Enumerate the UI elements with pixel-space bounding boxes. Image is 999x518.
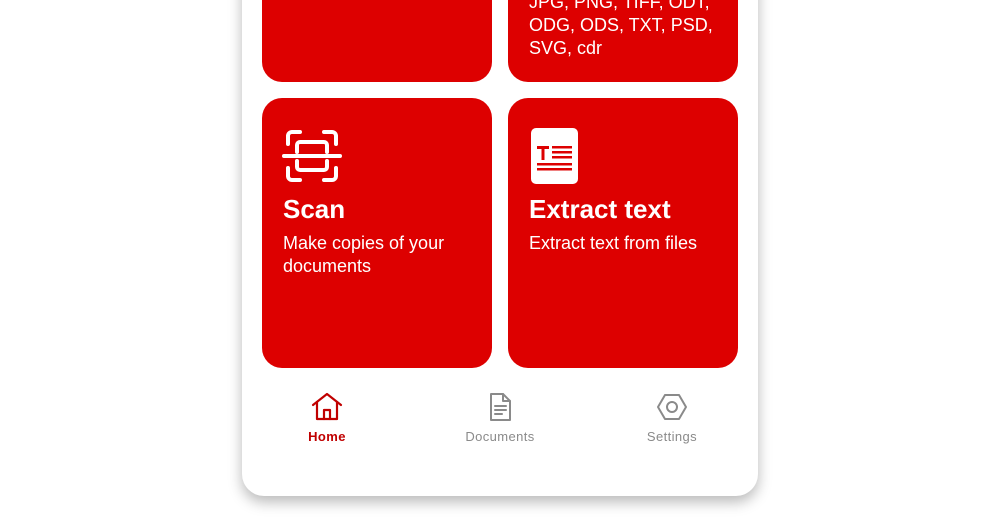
- nav-settings[interactable]: Settings: [607, 390, 737, 450]
- scan-title: Scan: [283, 194, 346, 224]
- convert-card[interactable]: JPG, PNG, TIFF, ODT, ODG, ODS, TXT, PSD,…: [508, 0, 738, 82]
- extract-text-description: Extract text from files: [529, 233, 698, 253]
- extract-text-icon: [531, 128, 578, 184]
- top-left-card[interactable]: [262, 0, 492, 82]
- scan-icon: [282, 130, 342, 182]
- document-icon: [490, 393, 511, 421]
- scan-card[interactable]: Scan Make copies of your documents: [262, 98, 492, 368]
- bottom-navigation: Home Documents Settings: [242, 390, 758, 460]
- supported-formats-text: JPG, PNG, TIFF, ODT, ODG, ODS, TXT, PSD,…: [529, 0, 713, 58]
- nav-documents[interactable]: Documents: [435, 390, 565, 450]
- extract-text-title: Extract text: [529, 194, 671, 224]
- home-icon: [311, 392, 343, 421]
- nav-home[interactable]: Home: [262, 390, 392, 450]
- scan-description: Make copies of your documents: [283, 233, 445, 276]
- nav-documents-label: Documents: [465, 429, 535, 444]
- extract-text-card[interactable]: Extract text Extract text from files: [508, 98, 738, 368]
- nav-settings-label: Settings: [646, 429, 698, 444]
- settings-icon: [657, 394, 687, 420]
- nav-home-label: Home: [308, 429, 346, 444]
- app-screen: JPG, PNG, TIFF, ODT, ODG, ODS, TXT, PSD,…: [242, 0, 758, 496]
